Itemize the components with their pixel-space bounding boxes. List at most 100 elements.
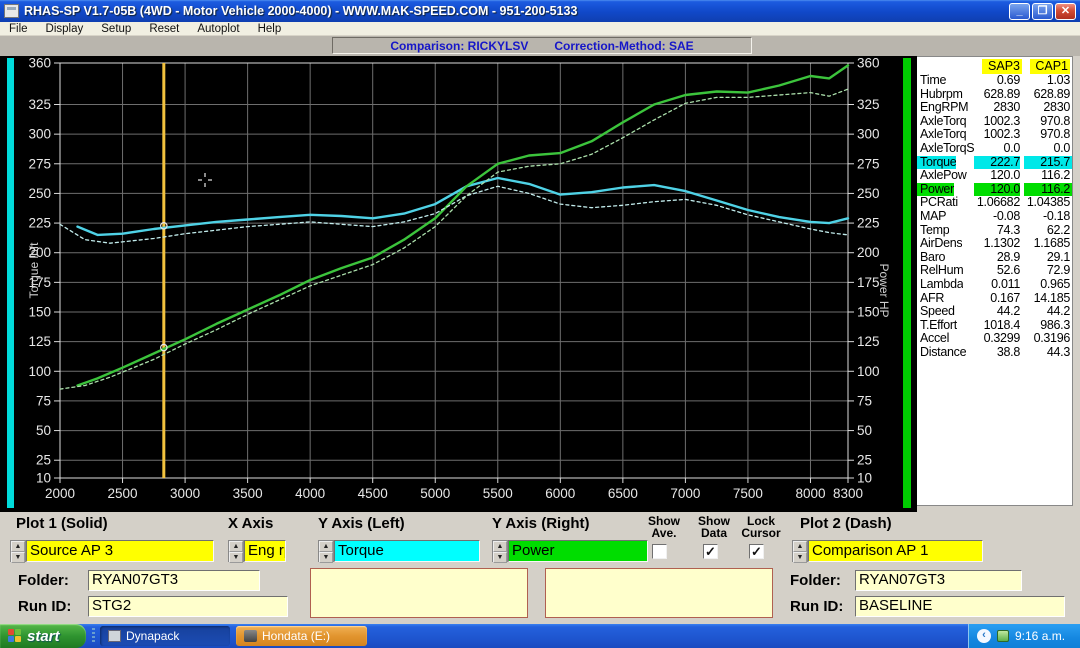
tick-label-x: 3500 [233, 486, 263, 501]
runid-field-right[interactable]: BASELINE [855, 596, 1065, 617]
tick-label-x: 5500 [483, 486, 513, 501]
xaxis-select[interactable]: Eng rpm [244, 540, 286, 562]
tick-label-right: 25 [857, 453, 872, 468]
hide-icons-chevron-icon[interactable]: ‹ [977, 629, 991, 643]
taskbar-divider [92, 628, 95, 644]
folder-label-right: Folder: [790, 572, 841, 589]
tick-label-left: 100 [28, 364, 51, 379]
menu-help[interactable]: Help [249, 22, 291, 36]
plot1-spinner[interactable]: ▲▼ [10, 540, 26, 562]
data-row-power: Power120.0116.2 [917, 183, 1072, 197]
series-torque-source-ap-3 [78, 178, 849, 235]
show-ave-checkbox[interactable] [652, 544, 667, 559]
tick-label-right: 200 [857, 245, 880, 260]
data-row-baro: Baro28.929.1 [917, 251, 1072, 265]
start-button[interactable]: start [0, 624, 86, 648]
tick-label-x: 3000 [170, 486, 200, 501]
plot1-select[interactable]: Source AP 3 [26, 540, 214, 562]
tick-label-left: 125 [28, 334, 51, 349]
restore-button[interactable]: ❐ [1032, 3, 1053, 20]
menu-file[interactable]: File [0, 22, 37, 36]
tick-label-right: 75 [857, 393, 872, 408]
desktop: RHAS-SP V1.7-05B (4WD - Motor Vehicle 20… [0, 0, 1080, 648]
data-row-axletorqs: AxleTorqS0.00.0 [917, 142, 1072, 156]
data-row-map: MAP-0.08-0.18 [917, 210, 1072, 224]
tick-label-left: 325 [28, 97, 51, 112]
show-ave-label: ShowAve. [641, 515, 687, 539]
show-data-checkbox[interactable]: ✓ [703, 544, 718, 559]
windows-flag-icon [8, 629, 22, 643]
tick-label-right: 325 [857, 97, 880, 112]
tick-label-x: 4500 [358, 486, 388, 501]
tick-label-x: 6000 [545, 486, 575, 501]
control-panel: Plot 1 (Solid) X Axis Y Axis (Left) Y Ax… [0, 512, 1080, 624]
plot2-label: Plot 2 (Dash) [800, 515, 892, 532]
yaxis-left-select[interactable]: Torque [334, 540, 480, 562]
start-label: start [27, 628, 60, 645]
data-row-torque: Torque222.7215.7 [917, 156, 1072, 170]
column-sap3: SAP3 [982, 59, 1022, 74]
clock: 9:16 a.m. [1015, 629, 1065, 643]
data-row-distance: Distance38.844.3 [917, 346, 1072, 360]
data-row-axlepow: AxlePow120.0116.2 [917, 169, 1072, 183]
lock-cursor-label: LockCursor [736, 515, 786, 539]
tick-label-right: 100 [857, 364, 880, 379]
data-row-temp: Temp74.362.2 [917, 224, 1072, 238]
yaxis-right-select[interactable]: Power [508, 540, 648, 562]
menu-setup[interactable]: Setup [92, 22, 140, 36]
plot2-spinner[interactable]: ▲▼ [792, 540, 808, 562]
tick-label-x: 4000 [295, 486, 325, 501]
tick-label-right: 225 [857, 216, 880, 231]
yaxis-right-spinner[interactable]: ▲▼ [492, 540, 508, 562]
plot2-select[interactable]: Comparison AP 1 [808, 540, 983, 562]
menu-reset[interactable]: Reset [140, 22, 188, 36]
xaxis-label: X Axis [228, 515, 273, 532]
series-torque-comparison-ap-1 [60, 186, 848, 243]
task-dynapack[interactable]: Dynapack [100, 626, 230, 646]
tick-label-right: 360 [857, 56, 880, 71]
xaxis-spinner[interactable]: ▲▼ [228, 540, 244, 562]
hondata-icon [244, 630, 257, 642]
tick-label-left: 10 [36, 471, 51, 486]
tick-label-x: 5000 [420, 486, 450, 501]
right-axis-title: Power HP [877, 263, 891, 317]
menu-autoplot[interactable]: Autoplot [188, 22, 248, 36]
dyno-chart[interactable]: 3603253002752502252001751501251007550251… [0, 56, 917, 512]
close-button[interactable]: ✕ [1055, 3, 1076, 20]
data-row-pcrati: PCRati1.066821.04385 [917, 196, 1072, 210]
tick-label-left: 75 [36, 393, 51, 408]
remove-hardware-icon[interactable] [997, 630, 1009, 642]
tick-label-right: 125 [857, 334, 880, 349]
runid-field-left[interactable]: STG2 [88, 596, 288, 617]
window-title: RHAS-SP V1.7-05B (4WD - Motor Vehicle 20… [24, 4, 1009, 18]
window-titlebar: RHAS-SP V1.7-05B (4WD - Motor Vehicle 20… [0, 0, 1080, 22]
folder-field-left[interactable]: RYAN07GT3 [88, 570, 260, 591]
chart-canvas: 3603253002752502252001751501251007550251… [0, 56, 917, 512]
tick-label-right: 150 [857, 305, 880, 320]
app-icon [4, 4, 19, 18]
tick-label-x: 8300 [833, 486, 863, 501]
tick-label-right: 250 [857, 186, 880, 201]
data-row-speed: Speed44.244.2 [917, 305, 1072, 319]
tick-label-left: 360 [28, 56, 51, 71]
column-cap1: CAP1 [1030, 59, 1070, 74]
note-box-2[interactable] [545, 568, 773, 618]
menu-display[interactable]: Display [37, 22, 93, 36]
plot-frame [60, 63, 848, 478]
folder-label-left: Folder: [18, 572, 69, 589]
taskbar: start Dynapack Hondata (E:) ‹ 9:16 a.m. [0, 624, 1080, 648]
comparison-strip: Comparison: RICKYLSV Correction-Method: … [0, 36, 1080, 56]
folder-field-right[interactable]: RYAN07GT3 [855, 570, 1022, 591]
tick-label-x: 2500 [108, 486, 138, 501]
data-panel-header: SAP3 CAP1 [917, 59, 1072, 74]
task-hondata[interactable]: Hondata (E:) [236, 626, 367, 646]
yaxis-left-spinner[interactable]: ▲▼ [318, 540, 334, 562]
tick-label-right: 175 [857, 275, 880, 290]
yaxis-left-label: Y Axis (Left) [318, 515, 405, 532]
lock-cursor-checkbox[interactable]: ✓ [749, 544, 764, 559]
tick-label-left: 250 [28, 186, 51, 201]
tick-label-x: 7500 [733, 486, 763, 501]
note-box-1[interactable] [310, 568, 528, 618]
minimize-button[interactable]: _ [1009, 3, 1030, 20]
left-axis-title: Torque lbft [27, 242, 41, 299]
